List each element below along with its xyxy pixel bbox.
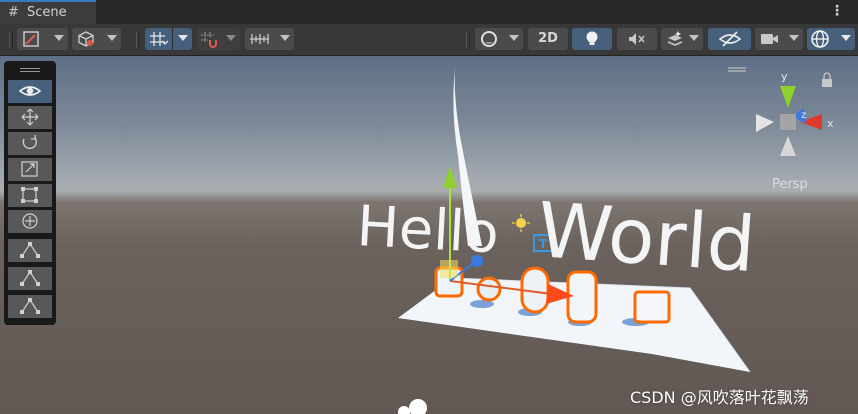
selected-quad[interactable] — [633, 290, 671, 324]
custom-tool-3-button[interactable] — [8, 295, 52, 318]
custom-tool-1-button[interactable] — [8, 239, 52, 262]
gizmo-y-cone[interactable] — [780, 86, 796, 108]
scene-viewport[interactable]: T y x z Hello World Persp — [0, 56, 858, 414]
move-tool-icon — [21, 108, 39, 126]
gizmo-center-cube[interactable] — [780, 114, 796, 130]
camera-icon — [761, 34, 778, 44]
view-tool-icon — [19, 86, 41, 96]
y-axis-handle[interactable] — [443, 166, 457, 188]
sphere-icon — [481, 31, 497, 47]
effects-dropdown[interactable] — [661, 28, 703, 50]
increment-snap-dropdown[interactable] — [245, 28, 294, 50]
hello-text: Hello — [355, 194, 500, 266]
rect-tool-button[interactable] — [8, 184, 52, 207]
tab-bar: # Scene ⋮ — [0, 0, 858, 24]
gizmo-neg-x-cone[interactable] — [756, 114, 774, 132]
effects-icon — [667, 31, 683, 46]
view-tool-button[interactable] — [8, 80, 52, 103]
custom-tool-1-icon — [20, 242, 40, 258]
draw-mode-dropdown[interactable] — [17, 28, 68, 50]
scene-render: T y x z Hello World — [355, 58, 834, 414]
tools-overlay — [4, 61, 56, 325]
tab-scene[interactable]: # Scene — [0, 0, 96, 24]
audio-mute-icon — [629, 33, 645, 45]
world-text: World — [535, 185, 758, 289]
selected-sphere[interactable] — [476, 276, 502, 302]
overlay-drag-handle[interactable] — [20, 68, 40, 69]
toggle-2d-button[interactable]: 2D — [528, 28, 568, 50]
gizmo-z-label: z — [801, 110, 806, 121]
lighting-toggle[interactable] — [572, 28, 612, 50]
scene-toolbar: 2D — [0, 24, 858, 56]
increment-snap-icon — [250, 34, 269, 44]
grid-icon: # — [8, 5, 19, 20]
grid-snap-icon — [150, 32, 169, 46]
selected-cylinder[interactable] — [566, 270, 598, 324]
tab-scene-label: Scene — [27, 5, 67, 20]
gizmo-neg-y-cone[interactable] — [780, 136, 796, 156]
watermark: CSDN @风吹落叶花飘荡 — [630, 388, 809, 407]
lock-icon[interactable] — [822, 79, 832, 87]
transform-tool-button[interactable] — [8, 210, 52, 233]
render-mode-dropdown[interactable] — [475, 28, 523, 50]
more-options-icon[interactable]: ⋮ — [830, 3, 844, 19]
gizmo-y-label: y — [781, 70, 788, 83]
camera-settings-dropdown[interactable] — [755, 28, 803, 50]
custom-tool-3-icon — [20, 298, 40, 314]
custom-tool-2-icon — [20, 270, 40, 286]
gizmo-globe-icon — [811, 30, 829, 48]
scene-visibility-toggle[interactable] — [708, 28, 751, 50]
transform-tool-icon — [22, 213, 38, 229]
rotate-tool-button[interactable] — [8, 132, 52, 155]
light-icon[interactable] — [516, 218, 526, 228]
toolbar-grip — [9, 32, 13, 48]
snap-settings-dropdown[interactable] — [197, 28, 240, 50]
gizmo-x-label: x — [827, 117, 834, 130]
rotate-tool-icon — [22, 135, 37, 150]
shading-cube-icon — [78, 31, 94, 47]
move-tool-button[interactable] — [8, 106, 52, 129]
projection-label[interactable]: Persp — [772, 177, 808, 192]
custom-tool-2-button[interactable] — [8, 267, 52, 290]
scale-tool-button[interactable] — [8, 158, 52, 181]
grid-snapping-toggle[interactable] — [145, 28, 192, 50]
eye-slash-icon — [719, 31, 741, 47]
lightbulb-icon — [586, 31, 598, 45]
shading-mode-dropdown[interactable] — [72, 28, 121, 50]
draw-mode-icon — [23, 31, 39, 47]
gizmos-dropdown[interactable] — [807, 28, 855, 50]
scale-tool-icon — [21, 161, 38, 177]
audio-toggle[interactable] — [617, 28, 657, 50]
snap-settings-icon — [201, 32, 217, 48]
rect-tool-icon — [21, 187, 38, 203]
